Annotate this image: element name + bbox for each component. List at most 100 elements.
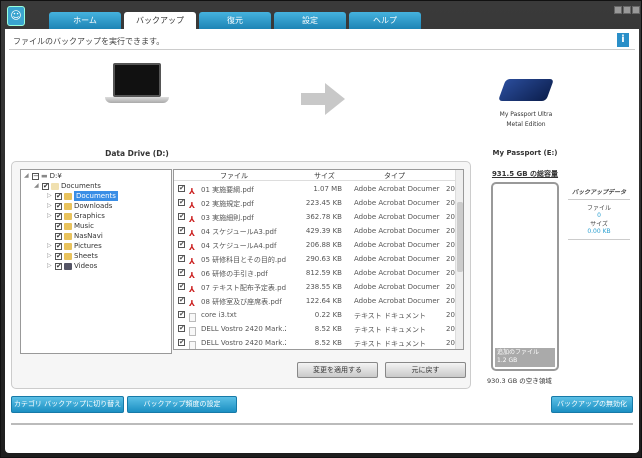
file-type: Adobe Acrobat Documer — [354, 283, 440, 291]
total-capacity: 931.5 GB の総容量 — [491, 170, 559, 178]
text-file-icon — [189, 327, 196, 336]
file-row[interactable]: ✔ ⅄ 08 研修室及び座席表.pdf 122.64 KB Adobe Acrob… — [174, 294, 459, 308]
tab-settings[interactable]: 設定 — [274, 12, 346, 29]
file-size: 122.64 KB — [305, 297, 342, 305]
column-file[interactable]: ファイル — [220, 171, 248, 181]
file-checkbox[interactable]: ✔ — [178, 213, 185, 220]
divider — [11, 423, 633, 425]
column-type[interactable]: タイプ — [384, 171, 405, 181]
file-checkbox[interactable]: ✔ — [178, 297, 185, 304]
tree-item[interactable]: ▷ ✔ Sheets — [47, 251, 98, 261]
pdf-icon: ⅄ — [189, 285, 196, 294]
file-checkbox[interactable]: ✔ — [178, 241, 185, 248]
file-checkbox[interactable]: ✔ — [178, 269, 185, 276]
disable-backup-button[interactable]: バックアップの無効化 — [551, 396, 633, 413]
pdf-icon: ⅄ — [189, 229, 196, 238]
tab-backup[interactable]: バックアップ — [124, 12, 196, 30]
file-row[interactable]: ✔ ⅄ 07 テキスト配布予定表.pdf 238.55 KB Adobe Acro… — [174, 280, 459, 294]
tree-item[interactable]: ▷ ✔ Downloads — [47, 201, 112, 211]
tree-item[interactable]: ✔ NasNavi — [47, 231, 103, 241]
switch-category-backup-button[interactable]: カテゴリ バックアップに切り替える — [11, 396, 124, 423]
tree-item[interactable]: ▷ ✔ Videos — [47, 261, 97, 271]
tree-item[interactable]: ▷ ✔ Pictures — [47, 241, 102, 251]
folder-tree[interactable]: ◢ − ▬ D:¥ ◢ ✔ Documents ▷ ✔ Documents ▷ ✔ Downloa… — [20, 169, 172, 354]
text-file-icon — [189, 341, 196, 349]
minimize-button[interactable] — [614, 6, 622, 14]
file-name: 03 実施細則.pdf — [201, 214, 254, 222]
app-logo-icon: ☺ — [7, 6, 25, 26]
file-name: 06 研修の手引き.pdf — [201, 270, 268, 278]
file-checkbox[interactable]: ✔ — [178, 311, 185, 318]
backup-data-panel: バックアップデータ ファイル 0 サイズ 0.00 KB — [568, 187, 630, 240]
file-row[interactable]: ✔ ⅄ 02 実施規定.pdf 223.45 KB Adobe Acrobat D… — [174, 196, 459, 210]
file-name: 02 実施規定.pdf — [201, 200, 254, 208]
file-type: Adobe Acrobat Documer — [354, 241, 440, 249]
file-type: Adobe Acrobat Documer — [354, 297, 440, 305]
file-checkbox[interactable]: ✔ — [178, 185, 185, 192]
tree-item[interactable]: ▷ ✔ Graphics — [47, 211, 105, 221]
file-name: 01 実施要綱.pdf — [201, 186, 254, 194]
file-size: 223.45 KB — [305, 199, 342, 207]
file-size: 8.52 KB — [314, 325, 342, 333]
file-selection-panel: ◢ − ▬ D:¥ ◢ ✔ Documents ▷ ✔ Documents ▷ ✔ Downloa… — [11, 161, 471, 389]
file-checkbox[interactable]: ✔ — [178, 283, 185, 290]
file-row[interactable]: ✔ ⅄ 06 研修の手引き.pdf 812.59 KB Adobe Acrobat… — [174, 266, 459, 280]
file-size: 362.78 KB — [305, 213, 342, 221]
main-content: ファイルのバックアップを実行できます。 i Data Drive (D:) ◢ −… — [5, 29, 639, 453]
file-type: テキスト ドキュメント — [354, 340, 427, 348]
file-row[interactable]: ✔ core i3.txt 0.22 KB テキスト ドキュメント 201 — [174, 308, 459, 322]
pdf-icon: ⅄ — [189, 271, 196, 280]
divider — [9, 49, 635, 50]
file-size: 206.88 KB — [305, 241, 342, 249]
capacity-bar: 追加のファイル 1.2 GB — [491, 182, 559, 371]
pdf-icon: ⅄ — [189, 257, 196, 266]
file-type: Adobe Acrobat Documer — [354, 227, 440, 235]
file-name: 05 研修科目とその目的.pdf — [201, 256, 286, 264]
maximize-button[interactable] — [623, 6, 631, 14]
tab-restore[interactable]: 復元 — [199, 12, 271, 29]
file-row[interactable]: ✔ DELL Vostro 2420 Mark.2( 8.52 KB テキスト … — [174, 336, 459, 349]
pdf-icon: ⅄ — [189, 243, 196, 252]
app-window: ☺ ホーム バックアップ 復元 設定 ヘルプ ファイルのバックアップを実行できま… — [0, 0, 642, 458]
file-name: DELL Vostro 2420 Mark.2( — [201, 325, 286, 333]
tree-root[interactable]: ◢ − ▬ D:¥ — [24, 171, 62, 181]
file-checkbox[interactable]: ✔ — [178, 199, 185, 206]
file-checkbox[interactable]: ✔ — [178, 325, 185, 332]
file-row[interactable]: ✔ ⅄ 03 実施細則.pdf 362.78 KB Adobe Acrobat D… — [174, 210, 459, 224]
tab-help[interactable]: ヘルプ — [349, 12, 421, 29]
backup-frequency-button[interactable]: バックアップ頻度の設定 — [127, 396, 237, 413]
close-button[interactable] — [632, 6, 640, 14]
revert-button[interactable]: 元に戻す — [385, 362, 466, 378]
files-label: ファイル — [586, 205, 611, 212]
file-type: Adobe Acrobat Documer — [354, 255, 440, 263]
file-checkbox[interactable]: ✔ — [178, 227, 185, 234]
passport-drive-icon — [497, 79, 555, 101]
pdf-icon: ⅄ — [189, 187, 196, 196]
file-size: 290.63 KB — [305, 255, 342, 263]
column-size[interactable]: サイズ — [314, 171, 335, 181]
file-type: Adobe Acrobat Documer — [354, 269, 440, 277]
file-row[interactable]: ✔ ⅄ 04 スケジュールA4.pdf 206.88 KB Adobe Acrob… — [174, 238, 459, 252]
file-type: テキスト ドキュメント — [354, 326, 427, 334]
file-checkbox[interactable]: ✔ — [178, 339, 185, 346]
file-row[interactable]: ✔ ⅄ 04 スケジュールA3.pdf 429.39 KB Adobe Acrob… — [174, 224, 459, 238]
tree-documents-parent[interactable]: ◢ ✔ Documents — [34, 181, 101, 191]
file-row[interactable]: ✔ DELL Vostro 2420 Mark.2( 8.52 KB テキスト … — [174, 322, 459, 336]
scrollbar[interactable] — [455, 170, 463, 349]
tab-home[interactable]: ホーム — [49, 12, 121, 29]
apply-changes-button[interactable]: 変更を適用する — [297, 362, 378, 378]
file-size: 8.52 KB — [314, 339, 342, 347]
file-row[interactable]: ✔ ⅄ 05 研修科目とその目的.pdf 290.63 KB Adobe Acro… — [174, 252, 459, 266]
file-checkbox[interactable]: ✔ — [178, 255, 185, 262]
file-size: 429.39 KB — [305, 227, 342, 235]
file-row[interactable]: ✔ ⅄ 01 実施要綱.pdf 1.07 MB Adobe Acrobat Doc… — [174, 182, 459, 196]
free-space: 930.3 GB の空き領域 — [487, 377, 552, 385]
source-drive-label: Data Drive (D:) — [105, 149, 169, 158]
file-size: 0.22 KB — [314, 311, 342, 319]
tree-item[interactable]: ▷ ✔ Documents — [47, 191, 118, 201]
info-icon[interactable]: i — [617, 33, 629, 47]
file-type: Adobe Acrobat Documer — [354, 185, 440, 193]
target-model: My Passport Ultra — [499, 111, 553, 118]
tree-item[interactable]: ✔ Music — [47, 221, 94, 231]
laptop-icon — [105, 63, 169, 107]
